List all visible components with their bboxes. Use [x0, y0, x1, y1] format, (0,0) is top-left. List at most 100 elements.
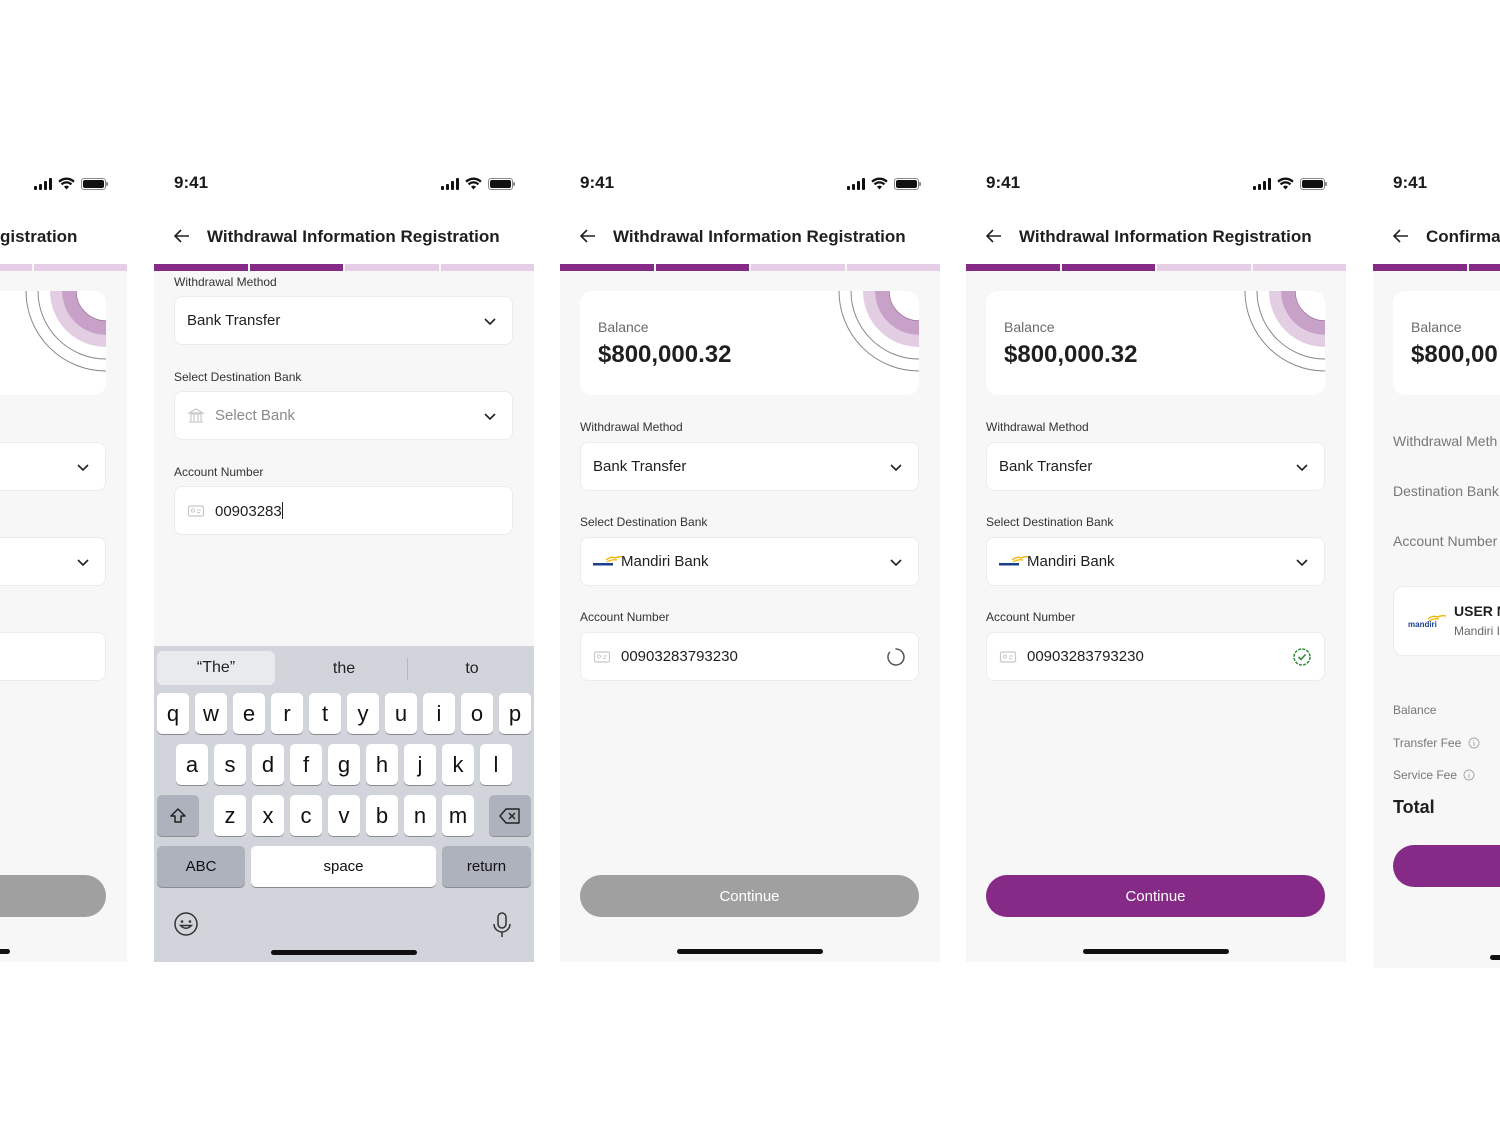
chevron-down-icon	[890, 559, 902, 567]
status-bar: 9:41	[1373, 152, 1500, 212]
app-header: Withdrawal Information Registration	[966, 212, 1346, 264]
key-j[interactable]: j	[404, 744, 436, 785]
account-number-value: 00903283793230	[621, 648, 738, 665]
key-z[interactable]: z	[214, 795, 246, 836]
key-h[interactable]: h	[366, 744, 398, 785]
key-g[interactable]: g	[328, 744, 360, 785]
destination-bank-label: Destination Bank	[1393, 483, 1499, 499]
destination-bank-select[interactable]: Select Bank	[174, 391, 513, 440]
withdrawal-method-value: Bank Transfer	[999, 458, 1093, 475]
screen-verified: 9:41 Withdrawal Information Registration…	[966, 152, 1346, 962]
key-y[interactable]: y	[347, 693, 379, 734]
info-icon[interactable]	[1468, 737, 1480, 749]
key-s[interactable]: s	[214, 744, 246, 785]
screen-partial-left: gistration	[0, 152, 127, 962]
balance-amount: $800,000.32	[1004, 341, 1138, 368]
text-caret	[281, 502, 283, 519]
emoji-icon[interactable]	[173, 911, 199, 937]
info-icon[interactable]	[1463, 769, 1475, 781]
withdrawal-method-select[interactable]	[0, 442, 106, 491]
continue-button[interactable]	[0, 875, 106, 917]
account-number-input[interactable]: 00903283793230	[986, 632, 1325, 681]
progress-steps	[154, 264, 534, 271]
key-w[interactable]: w	[195, 693, 227, 734]
status-bar: 9:41	[966, 152, 1346, 212]
back-arrow-icon[interactable]	[172, 226, 192, 246]
status-bar	[0, 152, 127, 212]
return-key[interactable]: return	[442, 846, 531, 887]
destination-bank-value: Mandiri Bank	[1027, 553, 1115, 570]
suggestion-item[interactable]: to	[412, 660, 532, 678]
key-f[interactable]: f	[290, 744, 322, 785]
back-arrow-icon[interactable]	[578, 226, 598, 246]
frame: 9:41 Withdrawal Information Registration…	[966, 152, 1346, 962]
key-c[interactable]: c	[290, 795, 322, 836]
app-header: Confirmat	[1373, 212, 1500, 264]
chevron-down-icon	[484, 318, 496, 326]
continue-button[interactable]: Continue	[580, 875, 919, 917]
withdrawal-method-select[interactable]: Bank Transfer	[580, 442, 919, 491]
confirm-button[interactable]	[1393, 845, 1500, 887]
progress-steps	[966, 264, 1346, 271]
delete-key[interactable]	[489, 795, 531, 836]
withdrawal-method-label: Withdrawal Method	[986, 420, 1089, 434]
chevron-down-icon	[890, 464, 902, 472]
microphone-icon[interactable]	[491, 911, 513, 939]
destination-bank-select[interactable]	[0, 537, 106, 586]
destination-bank-select[interactable]: Mandiri Bank	[580, 537, 919, 586]
key-t[interactable]: t	[309, 693, 341, 734]
service-fee-label: Service Fee	[1393, 768, 1475, 782]
signal-icon	[34, 177, 52, 190]
key-x[interactable]: x	[252, 795, 284, 836]
destination-bank-select[interactable]: Mandiri Bank	[986, 537, 1325, 586]
decorative-rings-icon	[838, 291, 919, 372]
signal-icon	[1253, 177, 1271, 190]
abc-key[interactable]: ABC	[157, 846, 245, 887]
key-n[interactable]: n	[404, 795, 436, 836]
withdrawal-method-label: Withdrawal Method	[580, 420, 683, 434]
account-number-label: Account Number	[580, 610, 670, 624]
account-number-input[interactable]: 00903283	[174, 486, 513, 535]
key-d[interactable]: d	[252, 744, 284, 785]
mandiri-logo-icon: mandiri	[1408, 615, 1447, 629]
back-arrow-icon[interactable]	[1391, 226, 1411, 246]
key-q[interactable]: q	[157, 693, 189, 734]
home-indicator	[0, 949, 10, 954]
balance-card: Balance $800,000.32	[986, 291, 1325, 395]
continue-button[interactable]: Continue	[986, 875, 1325, 917]
home-indicator	[271, 950, 417, 955]
key-u[interactable]: u	[385, 693, 417, 734]
key-a[interactable]: a	[176, 744, 208, 785]
key-o[interactable]: o	[461, 693, 493, 734]
account-number-input[interactable]: 00903283793230	[580, 632, 919, 681]
withdrawal-method-select[interactable]: Bank Transfer	[986, 442, 1325, 491]
shift-key[interactable]	[157, 795, 199, 836]
key-e[interactable]: e	[233, 693, 265, 734]
key-r[interactable]: r	[271, 693, 303, 734]
key-b[interactable]: b	[366, 795, 398, 836]
back-arrow-icon[interactable]	[984, 226, 1004, 246]
space-key[interactable]: space	[251, 846, 436, 887]
key-m[interactable]: m	[442, 795, 474, 836]
suggestion-item[interactable]: the	[284, 660, 404, 678]
balance-label: Balance	[1411, 319, 1462, 335]
app-header: Withdrawal Information Registration	[560, 212, 940, 264]
balance-card: Balance $800,00	[1393, 291, 1500, 395]
withdrawal-method-select[interactable]: Bank Transfer	[174, 296, 513, 345]
wifi-icon	[1277, 177, 1294, 190]
account-number-input[interactable]	[0, 632, 106, 681]
key-i[interactable]: i	[423, 693, 455, 734]
loading-spinner-icon	[887, 648, 905, 666]
key-k[interactable]: k	[442, 744, 474, 785]
check-circle-icon	[1293, 648, 1311, 666]
frame: 9:41 Withdrawal Information Registration…	[560, 152, 940, 962]
key-l[interactable]: l	[480, 744, 512, 785]
status-icons	[1253, 177, 1327, 190]
battery-icon	[81, 177, 108, 190]
key-p[interactable]: p	[499, 693, 531, 734]
battery-icon	[1300, 177, 1327, 190]
key-v[interactable]: v	[328, 795, 360, 836]
balance-label: Balance	[1004, 319, 1055, 335]
suggestion-item[interactable]: “The”	[157, 651, 275, 685]
shift-icon	[170, 807, 186, 823]
